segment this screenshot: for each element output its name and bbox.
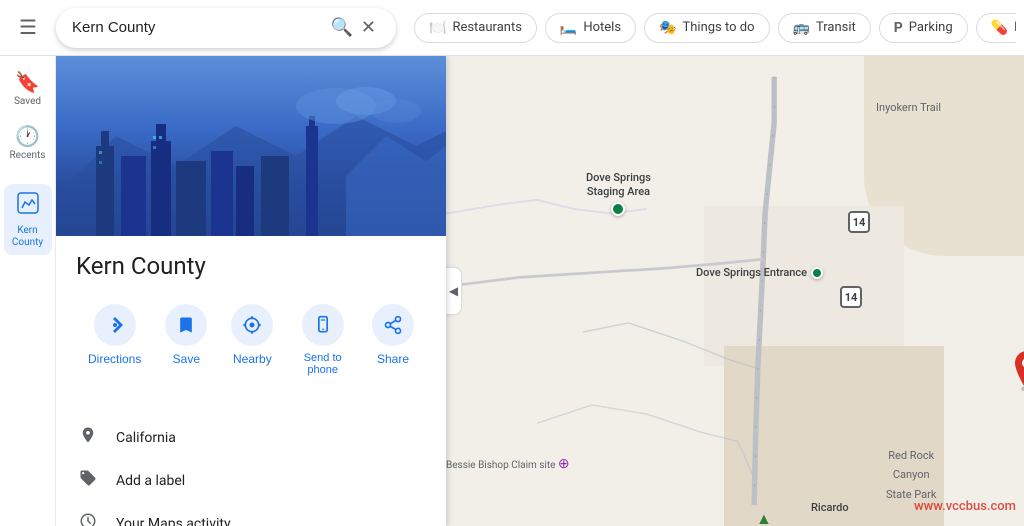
category-hotels[interactable]: 🛏️ Hotels xyxy=(545,13,636,43)
share-icon xyxy=(372,304,414,346)
menu-button[interactable]: ☰ xyxy=(8,8,48,48)
info-row-maps-activity[interactable]: Your Maps activity xyxy=(56,502,446,526)
clock-icon xyxy=(76,512,100,526)
nav-label-saved: Saved xyxy=(14,96,41,108)
directions-icon xyxy=(94,304,136,346)
red-map-marker xyxy=(1011,351,1024,395)
ricardo-label: Ricardo xyxy=(811,501,849,514)
save-label: Save xyxy=(173,352,200,366)
search-box: 🔍 ✕ xyxy=(56,8,396,48)
dove-springs-entrance-label: Dove Springs Entrance xyxy=(696,266,823,279)
send-to-phone-icon xyxy=(302,304,344,346)
nav-item-kern-county[interactable]: KernCounty xyxy=(4,184,52,255)
maps-activity-text: Your Maps activity xyxy=(116,516,231,526)
label-tag-icon xyxy=(76,469,100,492)
route-14-badge-top: 14 xyxy=(848,211,870,233)
send-to-phone-label: Send to phone xyxy=(297,352,348,376)
nav-item-saved[interactable]: 🔖 Saved xyxy=(4,64,52,114)
category-restaurants[interactable]: 🍽️ Restaurants xyxy=(414,13,537,43)
directions-label: Directions xyxy=(88,352,141,366)
city-silhouette xyxy=(56,56,446,236)
info-row-california[interactable]: California xyxy=(56,416,446,459)
route-14-badge-bottom: 14 xyxy=(840,286,862,308)
sidebar: Kern County Directions Save xyxy=(56,56,446,526)
search-icon-button[interactable]: 🔍 xyxy=(326,13,356,42)
nav-label-kern-county: KernCounty xyxy=(12,225,43,249)
directions-button[interactable]: Directions xyxy=(76,296,153,384)
watermark: www.vccbus.com xyxy=(914,499,1016,514)
nav-item-recents[interactable]: 🕐 Recents xyxy=(4,118,52,168)
share-label: Share xyxy=(377,352,409,366)
map-area[interactable]: 14 14 Dove SpringsStaging Area Dove Spri… xyxy=(446,56,1024,526)
nav-label-recents: Recents xyxy=(10,150,46,162)
recents-icon: 🕐 xyxy=(15,124,40,148)
inyokern-trail-label: Inyokern Trail xyxy=(876,101,941,114)
category-transit[interactable]: 🚌 Transit xyxy=(778,13,871,43)
clear-search-button[interactable]: ✕ xyxy=(357,13,380,42)
campsite-icon: ▲ xyxy=(756,509,772,526)
nearby-icon xyxy=(231,304,273,346)
collapse-sidebar-button[interactable]: ◀ xyxy=(446,267,462,315)
add-label-text: Add a label xyxy=(116,473,185,489)
action-buttons: Directions Save Nearby xyxy=(76,296,426,384)
save-icon xyxy=(165,304,207,346)
location-pin-icon xyxy=(76,426,100,449)
category-bar: 🍽️ Restaurants 🛏️ Hotels 🎭 Things to do … xyxy=(406,13,1016,43)
category-pharmacies[interactable]: 💊 Pharmacies xyxy=(976,13,1016,43)
dove-springs-staging-dot xyxy=(611,202,625,216)
left-nav: 🔖 Saved 🕐 Recents KernCounty xyxy=(0,56,56,526)
share-button[interactable]: Share xyxy=(360,296,426,384)
bessie-bishop-label: Bessie Bishop Claim site ⊕ xyxy=(446,456,570,472)
place-name: Kern County xyxy=(76,252,426,280)
place-info: Kern County Directions Save xyxy=(56,236,446,400)
info-row-add-label[interactable]: Add a label xyxy=(56,459,446,502)
place-header-image xyxy=(56,56,446,236)
map-background: 14 14 Dove SpringsStaging Area Dove Spri… xyxy=(446,56,1024,526)
california-label: California xyxy=(116,430,176,446)
category-parking[interactable]: P Parking xyxy=(879,13,968,43)
dove-springs-entrance-dot xyxy=(811,267,823,279)
category-things-to-do[interactable]: 🎭 Things to do xyxy=(644,13,769,43)
nearby-label: Nearby xyxy=(233,352,272,366)
red-rock-canyon-label: Red RockCanyonState Park xyxy=(886,444,936,502)
chevron-left-icon: ◀ xyxy=(449,284,458,298)
nearby-button[interactable]: Nearby xyxy=(219,296,285,384)
send-to-phone-button[interactable]: Send to phone xyxy=(285,296,360,384)
saved-icon: 🔖 xyxy=(15,70,40,94)
save-button[interactable]: Save xyxy=(153,296,219,384)
dove-springs-staging-label: Dove SpringsStaging Area xyxy=(586,171,651,216)
search-input[interactable] xyxy=(72,19,326,36)
kern-county-map-icon xyxy=(15,190,41,223)
